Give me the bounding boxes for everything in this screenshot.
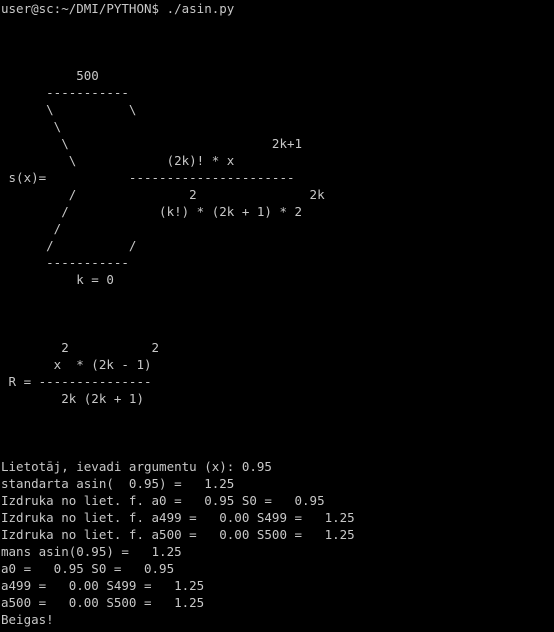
output-line: a0 = 0.95 S0 = 0.95 bbox=[1, 561, 175, 576]
formula-s-line: / / bbox=[1, 238, 137, 253]
output-line: Lietotāj, ievadi argumentu (x): 0.95 bbox=[1, 459, 272, 474]
formula-s-line: s(x)= ---------------------- bbox=[1, 170, 295, 185]
output-line: mans asin(0.95) = 1.25 bbox=[1, 544, 182, 559]
output-line: a499 = 0.00 S499 = 1.25 bbox=[1, 578, 205, 593]
formula-s-line: ----------- bbox=[1, 85, 129, 100]
output-line: a500 = 0.00 S500 = 1.25 bbox=[1, 595, 205, 610]
output-line: standarta asin( 0.95) = 1.25 bbox=[1, 476, 235, 491]
formula-s-line: / (k!) * (2k + 1) * 2 bbox=[1, 204, 303, 219]
formula-s-line: / 2 2k bbox=[1, 187, 325, 202]
formula-s-line: \ \ bbox=[1, 102, 137, 117]
formula-r-line: 2k (2k + 1) bbox=[1, 391, 144, 406]
output-line: Izdruka no liet. f. a500 = 0.00 S500 = 1… bbox=[1, 527, 355, 542]
output-line: Beigas! bbox=[1, 612, 54, 627]
formula-s-line: 500 bbox=[1, 68, 99, 83]
formula-r-line: x * (2k - 1) bbox=[1, 357, 152, 372]
terminal-window[interactable]: user@sc:~/DMI/PYTHON$ ./asin.py 500 ----… bbox=[0, 0, 554, 632]
output-line: Izdruka no liet. f. a0 = 0.95 S0 = 0.95 bbox=[1, 493, 325, 508]
formula-s-line: ----------- bbox=[1, 255, 129, 270]
formula-s-line: \ 2k+1 bbox=[1, 136, 303, 151]
formula-s-line: \ bbox=[1, 119, 62, 134]
formula-s-line: k = 0 bbox=[1, 272, 114, 287]
output-line: Izdruka no liet. f. a499 = 0.00 S499 = 1… bbox=[1, 510, 355, 525]
formula-r-line: R = --------------- bbox=[1, 374, 152, 389]
formula-s-line: \ (2k)! * x bbox=[1, 153, 235, 168]
formula-s-line: / bbox=[1, 221, 62, 236]
command-prompt-line: user@sc:~/DMI/PYTHON$ ./asin.py bbox=[1, 1, 235, 16]
formula-r-line: 2 2 bbox=[1, 340, 160, 355]
